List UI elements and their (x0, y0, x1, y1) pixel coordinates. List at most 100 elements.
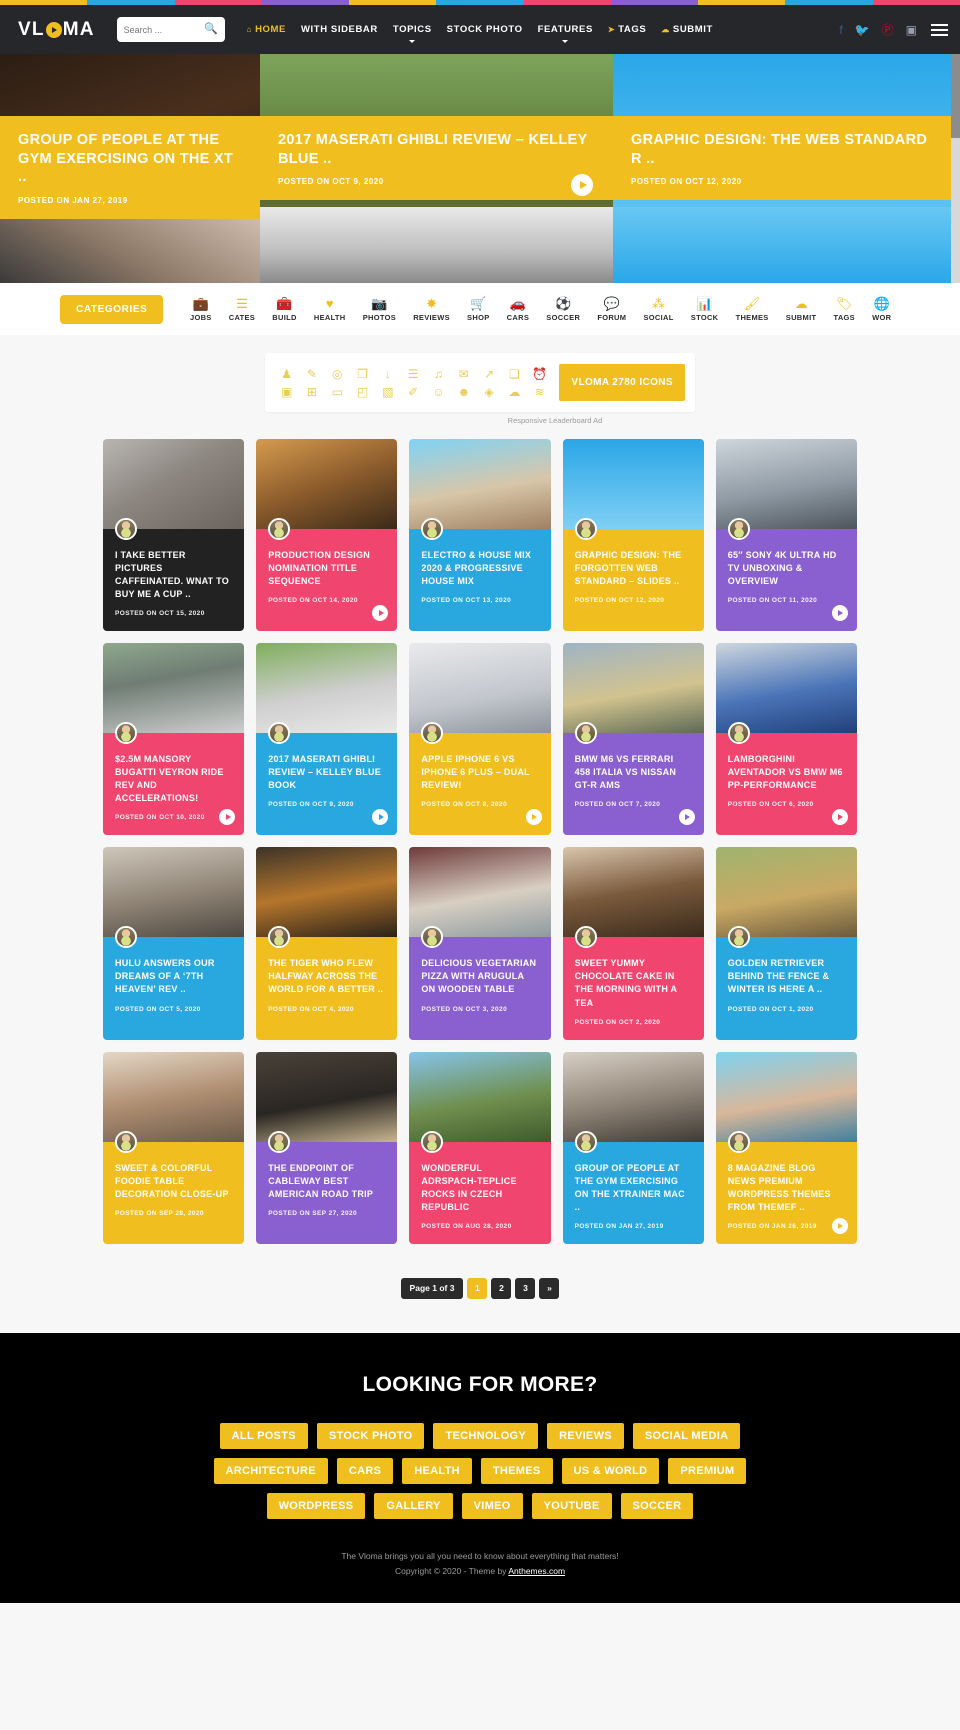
hero-slide[interactable]: 2017 MASERATI GHIBLI REVIEW – KELLEY BLU… (260, 54, 613, 283)
footer-tag-us-world[interactable]: US & WORLD (561, 1457, 660, 1484)
category-jobs[interactable]: 💼 JOBS (190, 297, 212, 322)
author-avatar[interactable] (115, 926, 137, 949)
nav-item-with-sidebar[interactable]: WITH SIDEBAR (301, 24, 378, 35)
post-card[interactable]: 8 MAGAZINE BLOG NEWS PREMIUM WORDPRESS T… (715, 1051, 857, 1244)
footer-tag-all-posts[interactable]: ALL POSTS (219, 1422, 308, 1449)
footer-theme-link[interactable]: Anthemes.com (508, 1566, 565, 1576)
search-input[interactable] (123, 24, 204, 35)
footer-tag-themes[interactable]: THEMES (480, 1457, 553, 1484)
play-icon[interactable] (372, 809, 389, 826)
post-card[interactable]: $2.5M MANSORY BUGATTI VEYRON RIDE REV AN… (103, 643, 245, 836)
footer-tag-youtube[interactable]: YOUTUBE (531, 1492, 612, 1519)
author-avatar[interactable] (727, 722, 750, 745)
hero-scrollbar[interactable] (951, 54, 960, 283)
category-forum[interactable]: 💬 FORUM (597, 297, 626, 322)
twitter-icon[interactable]: 🐦 (855, 24, 870, 36)
category-submit[interactable]: ☁ SUBMIT (786, 297, 817, 322)
author-avatar[interactable] (574, 1130, 597, 1153)
category-reviews[interactable]: ✸ REVIEWS (413, 297, 450, 322)
play-icon[interactable] (831, 605, 848, 622)
nav-item-features[interactable]: FEATURES (538, 24, 593, 35)
play-icon[interactable] (372, 605, 389, 622)
pinterest-icon[interactable]: Ⓟ (882, 24, 894, 36)
pagination-next-button[interactable]: » (539, 1277, 560, 1299)
author-avatar[interactable] (421, 722, 444, 745)
play-icon[interactable] (678, 809, 695, 826)
footer-tag-cars[interactable]: CARS (336, 1457, 394, 1484)
post-card[interactable]: 2017 MASERATI GHIBLI REVIEW – KELLEY BLU… (256, 643, 398, 836)
post-card[interactable]: WONDERFUL ADRSPACH-TEPLICE ROCKS IN CZEC… (409, 1051, 551, 1244)
hero-slider[interactable]: GROUP OF PEOPLE AT THE GYM EXERCISING ON… (0, 54, 960, 283)
author-avatar[interactable] (268, 518, 291, 540)
author-avatar[interactable] (115, 722, 137, 745)
play-icon[interactable] (831, 1217, 848, 1234)
play-icon[interactable] (219, 809, 236, 826)
post-card[interactable]: ELECTRO & HOUSE MIX 2020 & PROGRESSIVE H… (409, 439, 551, 632)
post-card[interactable]: SWEET YUMMY CHOCOLATE CAKE IN THE MORNIN… (562, 847, 704, 1040)
nav-item-home[interactable]: ⌂ HOME (247, 24, 286, 35)
footer-tag-soccer[interactable]: SOCCER (620, 1492, 694, 1519)
post-card[interactable]: 65″ SONY 4K ULTRA HD TV UNBOXING & OVERV… (715, 439, 857, 632)
category-tags[interactable]: 🏷 TAGS (834, 297, 855, 322)
hamburger-menu-icon[interactable] (931, 23, 948, 36)
search-icon[interactable]: 🔍 (204, 24, 218, 35)
nav-item-tags[interactable]: ➤ TAGS (608, 24, 646, 35)
author-avatar[interactable] (727, 926, 750, 949)
post-card[interactable]: BMW M6 VS FERRARI 458 ITALIA VS NISSAN G… (562, 643, 704, 836)
post-card[interactable]: APPLE IPHONE 6 VS IPHONE 6 PLUS – DUAL R… (409, 643, 551, 836)
author-avatar[interactable] (574, 722, 597, 745)
post-card[interactable]: THE ENDPOINT OF CABLEWAY BEST AMERICAN R… (256, 1051, 398, 1244)
author-avatar[interactable] (727, 1130, 750, 1153)
site-logo[interactable]: VL MA (18, 19, 95, 41)
category-photos[interactable]: 📷 PHOTOS (363, 297, 396, 322)
post-card[interactable]: HULU ANSWERS OUR DREAMS OF A ‘7TH HEAVEN… (103, 847, 245, 1040)
author-avatar[interactable] (115, 1130, 137, 1153)
author-avatar[interactable] (268, 1130, 291, 1153)
category-shop[interactable]: 🛒 SHOP (467, 297, 489, 322)
pagination-page-1[interactable]: 1 (467, 1277, 488, 1299)
author-avatar[interactable] (574, 518, 597, 540)
category-cars[interactable]: 🚗 CARS (507, 297, 529, 322)
leaderboard-ad[interactable]: ♟ ✎ ◎ ❐ ↓ ☰ ♫ ✉ ↗ ❑ ⏰ ▣ ⊞ ▭ ◰ ▧ ✐ ☺ ☻ ◈ ☁ ≋ VLOMA 2780 ICONS (265, 353, 695, 412)
category-themes[interactable]: 🖌 THEMES (736, 297, 769, 322)
author-avatar[interactable] (421, 518, 444, 540)
post-card[interactable]: GROUP OF PEOPLE AT THE GYM EXERCISING ON… (562, 1051, 704, 1244)
author-avatar[interactable] (574, 926, 597, 949)
footer-tag-stock-photo[interactable]: STOCK PHOTO (316, 1422, 425, 1449)
author-avatar[interactable] (268, 722, 291, 745)
play-icon[interactable] (525, 809, 542, 826)
footer-tag-social-media[interactable]: SOCIAL MEDIA (632, 1422, 741, 1449)
category-wor[interactable]: 🌐 WOR (872, 297, 891, 322)
footer-tag-wordpress[interactable]: WORDPRESS (266, 1492, 366, 1519)
author-avatar[interactable] (115, 518, 137, 540)
post-card[interactable]: THE TIGER WHO FLEW HALFWAY ACROSS THE WO… (256, 847, 398, 1040)
nav-item-stock-photo[interactable]: STOCK PHOTO (447, 24, 523, 35)
footer-tag-health[interactable]: HEALTH (402, 1457, 472, 1484)
post-card[interactable]: GOLDEN RETRIEVER BEHIND THE FENCE & WINT… (715, 847, 857, 1040)
play-icon[interactable] (831, 809, 848, 826)
author-avatar[interactable] (727, 518, 750, 540)
post-card[interactable]: I TAKE BETTER PICTURES CAFFEINATED. WNAT… (103, 439, 245, 632)
play-icon[interactable] (571, 174, 593, 196)
category-cates[interactable]: ☰ CATES (229, 297, 255, 322)
footer-tag-architecture[interactable]: ARCHITECTURE (213, 1457, 328, 1484)
footer-tag-gallery[interactable]: GALLERY (374, 1492, 453, 1519)
instagram-icon[interactable]: ▣ (906, 24, 917, 36)
author-avatar[interactable] (421, 1130, 444, 1153)
categories-button[interactable]: CATEGORIES (60, 295, 164, 324)
author-avatar[interactable] (421, 926, 444, 949)
footer-tag-premium[interactable]: PREMIUM (668, 1457, 747, 1484)
nav-item-topics[interactable]: TOPICS (393, 24, 432, 35)
nav-item-submit[interactable]: ☁ SUBMIT (661, 24, 713, 35)
author-avatar[interactable] (268, 926, 291, 949)
footer-tag-technology[interactable]: TECHNOLOGY (433, 1422, 539, 1449)
post-card[interactable]: SWEET & COLORFUL FOODIE TABLE DECORATION… (103, 1051, 245, 1244)
ad-cta-button[interactable]: VLOMA 2780 ICONS (559, 364, 685, 401)
post-card[interactable]: DELICIOUS VEGETARIAN PIZZA WITH ARUGULA … (409, 847, 551, 1040)
category-soccer[interactable]: ⚽ SOCCER (546, 297, 580, 322)
pagination-page-3[interactable]: 3 (515, 1277, 536, 1299)
category-build[interactable]: 🧰 BUILD (272, 297, 296, 322)
category-health[interactable]: ♥ HEALTH (314, 297, 346, 322)
facebook-icon[interactable]: f (839, 24, 842, 36)
hero-slide[interactable]: GRAPHIC DESIGN: THE WEB STANDARD R .. POS… (613, 54, 960, 283)
